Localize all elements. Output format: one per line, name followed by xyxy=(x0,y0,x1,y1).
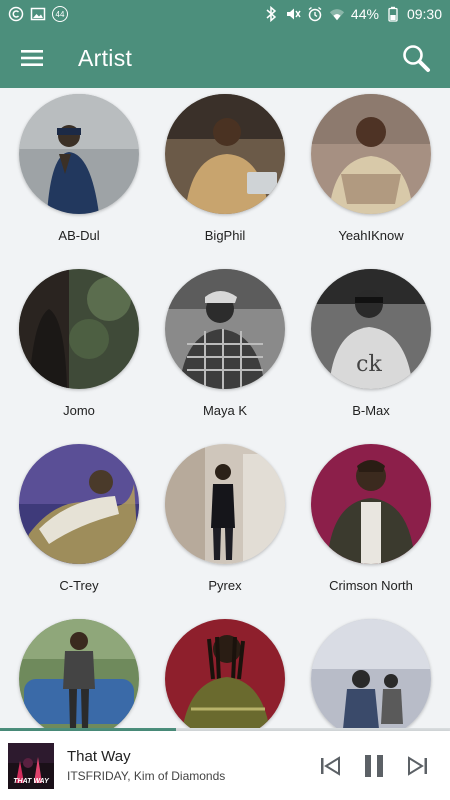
artist-card[interactable]: Jomo xyxy=(4,269,154,418)
pause-icon[interactable] xyxy=(360,752,388,780)
artist-avatar xyxy=(19,444,139,564)
artist-card[interactable] xyxy=(150,619,300,728)
artist-name: Crimson North xyxy=(329,578,413,593)
artist-avatar xyxy=(311,94,431,214)
next-icon[interactable] xyxy=(404,752,432,780)
artist-avatar xyxy=(311,444,431,564)
artist-card[interactable]: BigPhil xyxy=(150,94,300,243)
status-bar: 44 44% 09:30 xyxy=(0,0,450,28)
hamburger-menu-icon[interactable] xyxy=(12,38,52,78)
bluetooth-icon xyxy=(263,6,279,22)
album-cover: THAT WAY xyxy=(8,742,54,789)
status-time: 09:30 xyxy=(406,6,442,22)
artist-grid: AB-Dul BigPhil YeahIKnow Jomo Maya K ck … xyxy=(0,88,450,728)
artist-card[interactable]: AB-Dul xyxy=(4,94,154,243)
battery-percent: 44% xyxy=(350,6,379,22)
artist-name: Pyrex xyxy=(208,578,242,593)
page-title: Artist xyxy=(78,44,133,71)
artist-card[interactable]: Pyrex xyxy=(150,444,300,593)
artist-avatar xyxy=(19,94,139,214)
track-title: That Way xyxy=(67,748,131,765)
artist-avatar xyxy=(165,619,285,728)
artist-avatar xyxy=(165,444,285,564)
artist-name: B-Max xyxy=(352,403,390,418)
search-icon[interactable] xyxy=(396,38,436,78)
artist-card[interactable] xyxy=(296,619,446,728)
previous-icon[interactable] xyxy=(316,752,344,780)
track-artist: ITSFRIDAY, Kim of Diamonds xyxy=(67,769,226,783)
artist-card[interactable] xyxy=(4,619,154,728)
artist-avatar xyxy=(19,619,139,728)
battery-icon xyxy=(385,6,401,22)
album-cover-text: THAT WAY xyxy=(13,777,49,785)
svg-text:ck: ck xyxy=(356,352,382,377)
image-icon xyxy=(30,6,46,22)
alarm-icon xyxy=(307,6,323,22)
artist-avatar xyxy=(165,269,285,389)
app-bar: Artist xyxy=(0,28,450,88)
artist-name: C-Trey xyxy=(59,578,99,593)
artist-avatar xyxy=(19,269,139,389)
wifi-icon xyxy=(329,6,345,22)
mini-player[interactable]: THAT WAY That Way ITSFRIDAY, Kim of Diam… xyxy=(0,731,450,800)
artist-name: AB-Dul xyxy=(58,228,100,243)
artist-avatar: ck xyxy=(311,269,431,389)
artist-card[interactable]: ck B-Max xyxy=(296,269,446,418)
artist-avatar xyxy=(165,94,285,214)
artist-card[interactable]: Crimson North xyxy=(296,444,446,593)
circle-c-icon xyxy=(8,6,24,22)
artist-name: Jomo xyxy=(63,403,95,418)
artist-name: BigPhil xyxy=(204,228,246,243)
artist-card[interactable]: C-Trey xyxy=(4,444,154,593)
artist-card[interactable]: Maya K xyxy=(150,269,300,418)
artist-name: Maya K xyxy=(202,403,248,418)
notification-badge: 44 xyxy=(52,6,68,22)
mute-icon xyxy=(285,6,301,22)
artist-avatar xyxy=(311,619,431,728)
artist-name: YeahIKnow xyxy=(338,228,404,243)
artist-card[interactable]: YeahIKnow xyxy=(296,94,446,243)
